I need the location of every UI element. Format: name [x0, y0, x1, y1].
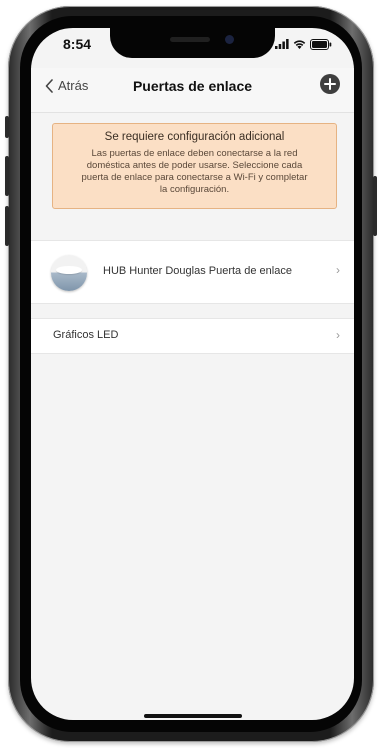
notch: [110, 28, 275, 58]
home-indicator[interactable]: [144, 714, 242, 718]
led-graphics-label: Gráficos LED: [53, 329, 119, 341]
front-camera: [225, 35, 234, 44]
alert-line: Las puertas de enlace deben conectarse a…: [91, 148, 298, 159]
power-button: [373, 176, 377, 236]
alert-body: Las puertas de enlace deben conectarse a…: [59, 148, 330, 196]
status-time: 8:54: [63, 36, 92, 52]
plus-circle-icon: [324, 78, 336, 90]
gateway-label: HUB Hunter Douglas Puerta de enlace: [103, 265, 292, 277]
page-title: Puertas de enlace: [132, 78, 253, 94]
chevron-right-icon: ›: [336, 263, 340, 277]
alert-title: Se requiere configuración adicional: [104, 131, 285, 143]
alert-line: la configuración.: [159, 184, 230, 195]
volume-down-button: [5, 206, 9, 246]
speaker: [170, 37, 210, 42]
volume-up-button: [5, 156, 9, 196]
hub-device-icon: [51, 255, 87, 291]
navigation-bar: Atrás Puertas de enlace: [31, 68, 354, 113]
alert-line: doméstica antes de poder usarse. Selecci…: [86, 160, 303, 171]
screen: 8:54 Atrás Puertas de enlace Se requiere…: [31, 28, 354, 720]
led-graphics-list-item[interactable]: Gráficos LED ›: [31, 318, 354, 354]
battery-icon: [310, 38, 332, 50]
chevron-right-icon: ›: [336, 328, 340, 342]
add-gateway-button[interactable]: [320, 74, 340, 94]
gateway-list-item[interactable]: HUB Hunter Douglas Puerta de enlace ›: [31, 240, 354, 304]
mute-switch: [5, 116, 9, 138]
wifi-icon: [293, 40, 306, 49]
setup-required-alert: Se requiere configuración adicional Las …: [52, 123, 337, 209]
signal-icon: [275, 39, 289, 49]
status-icons: [275, 38, 332, 50]
alert-line: puerta de enlace para conectarse a Wi-Fi…: [81, 172, 308, 183]
